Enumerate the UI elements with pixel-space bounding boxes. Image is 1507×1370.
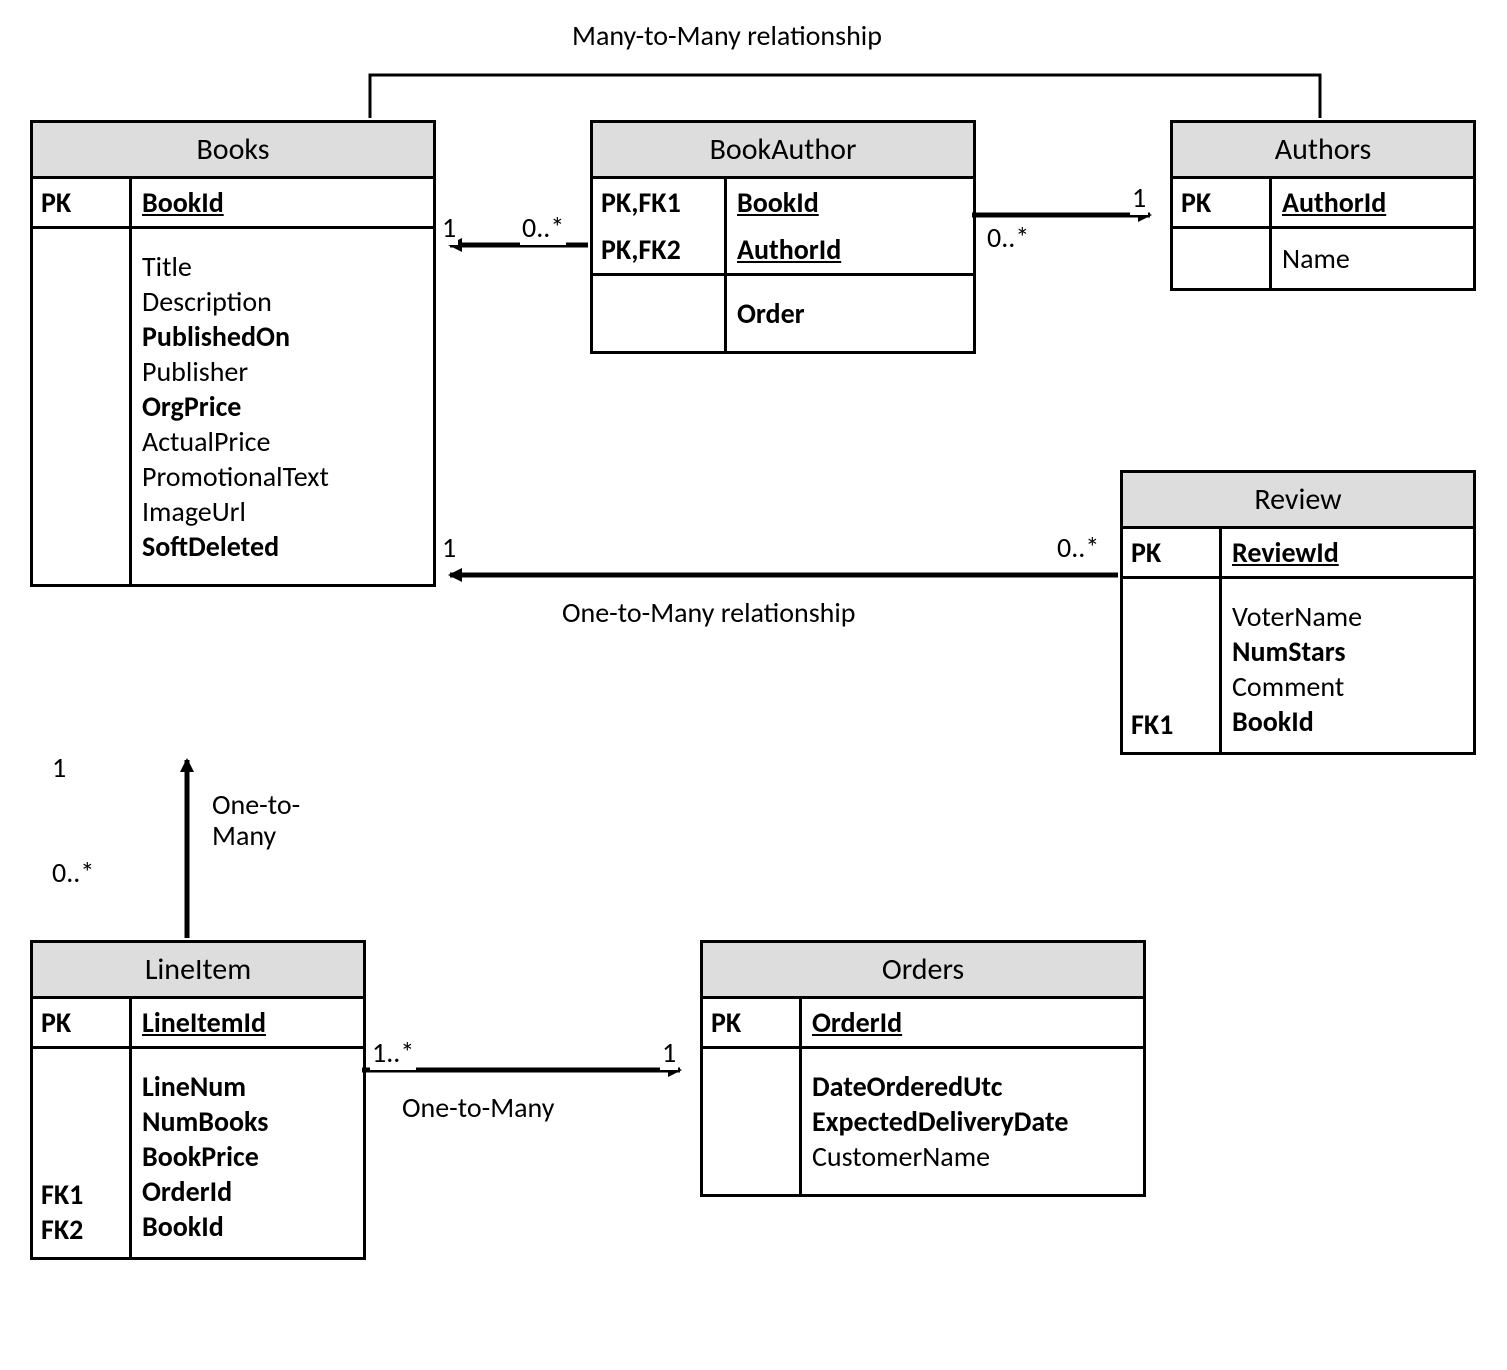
one-to-many-label: One-to- Many	[210, 790, 302, 852]
cardinality: 1	[660, 1035, 678, 1070]
pk-row: PK LineItemId	[33, 999, 363, 1046]
cardinality: 0..*	[1055, 530, 1101, 565]
cardinality: 0..*	[985, 220, 1031, 255]
entity-bookauthor: BookAuthor PK,FK1 BookId PK,FK2 AuthorId…	[590, 120, 976, 354]
pk-row: PK,FK1 BookId	[593, 179, 973, 226]
attr-row: Name	[1173, 226, 1473, 288]
cardinality: 1..*	[370, 1035, 416, 1070]
cardinality: 0..*	[520, 210, 566, 245]
entity-title: LineItem	[33, 943, 363, 999]
attrs-row: FK1 FK2 LineNum NumBooks BookPrice Order…	[33, 1046, 363, 1257]
cardinality: 1	[440, 530, 458, 565]
entity-authors: Authors PK AuthorId Name	[1170, 120, 1476, 291]
entity-title: Authors	[1173, 123, 1473, 179]
entity-review: Review PK ReviewId FK1 VoterName NumStar…	[1120, 470, 1476, 755]
one-to-many-label: One-to-Many relationship	[560, 595, 858, 630]
pk-row: PK AuthorId	[1173, 179, 1473, 226]
entity-title: Books	[33, 123, 433, 179]
attrs-row: FK1 VoterName NumStars Comment BookId	[1123, 576, 1473, 752]
many-to-many-label: Many-to-Many relationship	[570, 18, 884, 53]
pk-row: PK,FK2 AuthorId	[593, 226, 973, 273]
entity-title: BookAuthor	[593, 123, 973, 179]
entity-title: Orders	[703, 943, 1143, 999]
pk-row: PK BookId	[33, 179, 433, 226]
entity-books: Books PK BookId Title Description Publis…	[30, 120, 436, 587]
er-diagram: Many-to-Many relationship Books PK BookI…	[0, 0, 1507, 1370]
cardinality: 1	[1130, 180, 1148, 215]
cardinality: 0..*	[50, 855, 96, 890]
entity-title: Review	[1123, 473, 1473, 529]
attrs-row: DateOrderedUtc ExpectedDeliveryDate Cust…	[703, 1046, 1143, 1194]
attr-row: Order	[593, 273, 973, 351]
cardinality: 1	[50, 750, 68, 785]
cardinality: 1	[440, 210, 458, 245]
entity-lineitem: LineItem PK LineItemId FK1 FK2 LineNum N…	[30, 940, 366, 1260]
pk-row: PK OrderId	[703, 999, 1143, 1046]
attrs-row: Title Description PublishedOn Publisher …	[33, 226, 433, 584]
pk-row: PK ReviewId	[1123, 529, 1473, 576]
one-to-many-label: One-to-Many	[400, 1090, 556, 1125]
entity-orders: Orders PK OrderId DateOrderedUtc Expecte…	[700, 940, 1146, 1197]
